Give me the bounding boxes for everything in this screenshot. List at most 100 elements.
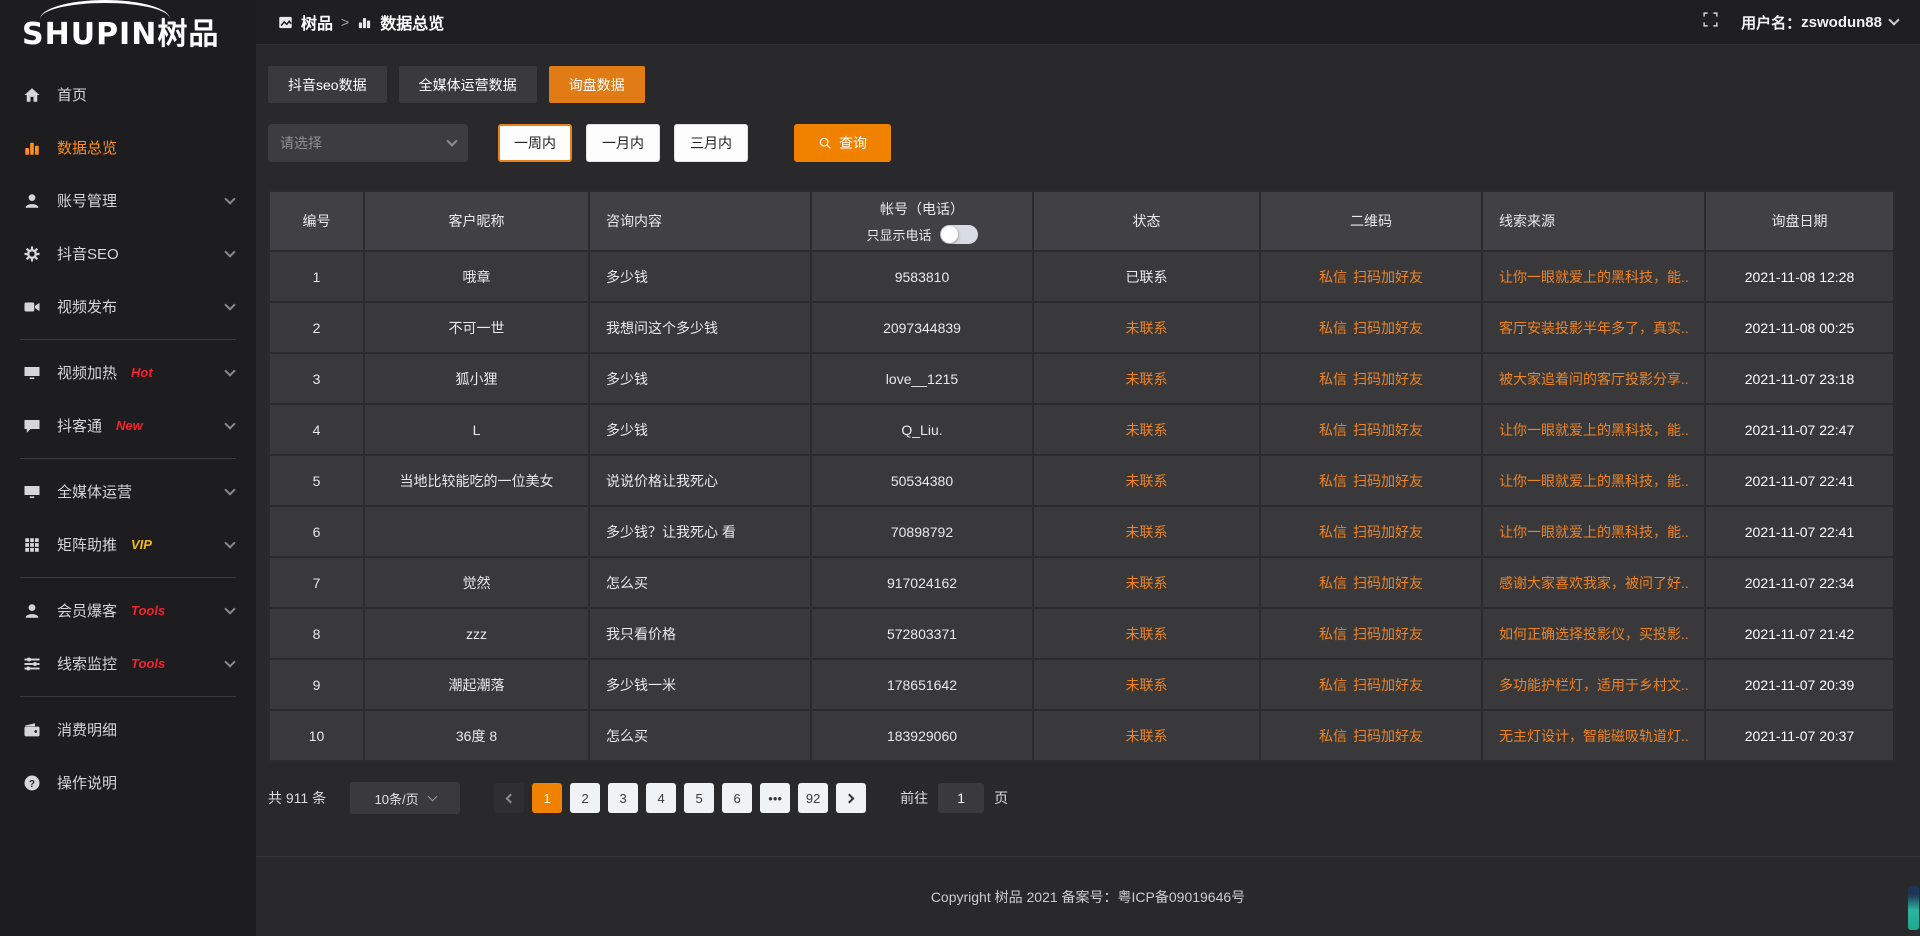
period-three-months-button[interactable]: 三月内: [674, 124, 748, 162]
tab-douyin-seo-data[interactable]: 抖音seo数据: [268, 66, 387, 103]
scan-add-friend-link[interactable]: 扫码加好友: [1353, 471, 1423, 491]
sidebar-item-video-publish[interactable]: 视频发布: [0, 280, 256, 333]
page-button-2[interactable]: 2: [570, 783, 600, 813]
sidebar-item-consumption-details[interactable]: 消费明细: [0, 703, 256, 756]
source-link[interactable]: 无主灯设计，智能磁吸轨道灯...: [1499, 726, 1688, 746]
tab-omnimedia-data[interactable]: 全媒体运营数据: [399, 66, 537, 103]
sidebar-item-video-heating[interactable]: 视频加热 Hot: [0, 346, 256, 399]
tools-badge: Tools: [131, 656, 165, 671]
new-badge: New: [116, 418, 143, 433]
sidebar-item-lead-monitoring[interactable]: 线索监控 Tools: [0, 637, 256, 690]
cell-qrcode: 私信扫码加好友: [1261, 354, 1483, 405]
scan-add-friend-link[interactable]: 扫码加好友: [1353, 573, 1423, 593]
source-link[interactable]: 让你一眼就爱上的黑科技，能...: [1499, 471, 1688, 491]
private-message-link[interactable]: 私信: [1319, 573, 1347, 593]
scan-add-friend-link[interactable]: 扫码加好友: [1353, 420, 1423, 440]
cell-source: 让你一眼就爱上的黑科技，能...: [1483, 456, 1706, 507]
scan-add-friend-link[interactable]: 扫码加好友: [1353, 624, 1423, 644]
sidebar-item-data-overview[interactable]: 数据总览: [0, 121, 256, 174]
sidebar-item-matrix-boost[interactable]: 矩阵助推 VIP: [0, 518, 256, 571]
cell-account: Q_Liu.: [812, 405, 1034, 456]
source-link[interactable]: 让你一眼就爱上的黑科技，能...: [1499, 522, 1688, 542]
private-message-link[interactable]: 私信: [1319, 420, 1347, 440]
page-button-5[interactable]: 5: [684, 783, 714, 813]
private-message-link[interactable]: 私信: [1319, 726, 1347, 746]
scan-add-friend-link[interactable]: 扫码加好友: [1353, 369, 1423, 389]
fullscreen-icon[interactable]: [1702, 11, 1719, 33]
video-icon: [22, 297, 42, 317]
cell-date: 2021-11-07 22:41: [1706, 456, 1893, 507]
period-one-week-button[interactable]: 一周内: [498, 124, 572, 162]
menu-divider: [20, 458, 236, 459]
cell-content: 多少钱？让我死心 看: [590, 507, 812, 558]
cell-id: 7: [270, 558, 365, 609]
col-header-date: 询盘日期: [1706, 192, 1893, 252]
cell-qrcode: 私信扫码加好友: [1261, 660, 1483, 711]
page-button-4[interactable]: 4: [646, 783, 676, 813]
scan-add-friend-link[interactable]: 扫码加好友: [1353, 726, 1423, 746]
page-button-1[interactable]: 1: [532, 783, 562, 813]
breadcrumb-root[interactable]: 树品: [301, 10, 333, 34]
col-header-id: 编号: [270, 192, 365, 252]
sidebar: SHUPIN树品 首页 数据总览 账号管理 抖音SEO 视频发布 视频: [0, 0, 256, 936]
pagination: 共 911 条 10条/页 1 2 3 4 5 6 ••• 92 前往 页: [268, 782, 1895, 814]
cell-qrcode: 私信扫码加好友: [1261, 711, 1483, 762]
source-link[interactable]: 多功能护栏灯，适用于乡村文...: [1499, 675, 1688, 695]
account-select[interactable]: 请选择: [268, 124, 468, 162]
phone-only-switch[interactable]: [940, 225, 978, 244]
scan-add-friend-link[interactable]: 扫码加好友: [1353, 318, 1423, 338]
prev-page-button[interactable]: [494, 783, 524, 813]
page-size-select[interactable]: 10条/页: [350, 782, 460, 814]
page-button-92[interactable]: 92: [798, 783, 828, 813]
private-message-link[interactable]: 私信: [1319, 624, 1347, 644]
filter-bar: 请选择 一周内 一月内 三月内 查询: [268, 124, 1895, 162]
source-link[interactable]: 如何正确选择投影仪，买投影...: [1499, 624, 1688, 644]
cell-account: 9583810: [812, 252, 1034, 303]
sidebar-item-account-management[interactable]: 账号管理: [0, 174, 256, 227]
cell-content: 多少钱: [590, 252, 812, 303]
cell-account: 2097344839: [812, 303, 1034, 354]
gear-icon: [22, 244, 42, 264]
source-link[interactable]: 让你一眼就爱上的黑科技，能...: [1499, 420, 1688, 440]
private-message-link[interactable]: 私信: [1319, 471, 1347, 491]
next-page-button[interactable]: [836, 783, 866, 813]
source-link[interactable]: 被大家追着问的客厅投影分享...: [1499, 369, 1688, 389]
cell-id: 9: [270, 660, 365, 711]
cell-qrcode: 私信扫码加好友: [1261, 609, 1483, 660]
source-link[interactable]: 感谢大家喜欢我家，被问了好...: [1499, 573, 1688, 593]
side-widget[interactable]: [1908, 886, 1919, 930]
col-header-account-label: 帐号（电话）: [880, 199, 964, 219]
period-one-month-button[interactable]: 一月内: [586, 124, 660, 162]
private-message-link[interactable]: 私信: [1319, 318, 1347, 338]
scan-add-friend-link[interactable]: 扫码加好友: [1353, 267, 1423, 287]
goto-page-input[interactable]: [938, 783, 984, 813]
cell-nickname: 觉然: [365, 558, 590, 609]
cell-date: 2021-11-08 00:25: [1706, 303, 1893, 354]
private-message-link[interactable]: 私信: [1319, 267, 1347, 287]
sidebar-item-omnimedia-operation[interactable]: 全媒体运营: [0, 465, 256, 518]
sidebar-item-douketong[interactable]: 抖客通 New: [0, 399, 256, 452]
query-button[interactable]: 查询: [794, 124, 891, 162]
source-link[interactable]: 让你一眼就爱上的黑科技，能...: [1499, 267, 1688, 287]
private-message-link[interactable]: 私信: [1319, 675, 1347, 695]
page-button-3[interactable]: 3: [608, 783, 638, 813]
sidebar-item-label: 线索监控: [57, 653, 117, 674]
sidebar-item-douyin-seo[interactable]: 抖音SEO: [0, 227, 256, 280]
sidebar-item-member-baoke[interactable]: 会员爆客 Tools: [0, 584, 256, 637]
cell-id: 6: [270, 507, 365, 558]
private-message-link[interactable]: 私信: [1319, 369, 1347, 389]
cell-source: 客厅安装投影半年多了，真实...: [1483, 303, 1706, 354]
scan-add-friend-link[interactable]: 扫码加好友: [1353, 675, 1423, 695]
user-menu[interactable]: 用户名： zswodun88: [1741, 12, 1898, 33]
chat-icon: [22, 416, 42, 436]
source-link[interactable]: 客厅安装投影半年多了，真实...: [1499, 318, 1688, 338]
tab-inquiry-data[interactable]: 询盘数据: [549, 66, 645, 103]
page-ellipsis[interactable]: •••: [760, 783, 790, 813]
sidebar-item-home[interactable]: 首页: [0, 68, 256, 121]
sidebar-item-operation-guide[interactable]: 操作说明: [0, 756, 256, 809]
cell-nickname: 不可一世: [365, 303, 590, 354]
scan-add-friend-link[interactable]: 扫码加好友: [1353, 522, 1423, 542]
private-message-link[interactable]: 私信: [1319, 522, 1347, 542]
page-button-6[interactable]: 6: [722, 783, 752, 813]
hot-badge: Hot: [131, 365, 153, 380]
